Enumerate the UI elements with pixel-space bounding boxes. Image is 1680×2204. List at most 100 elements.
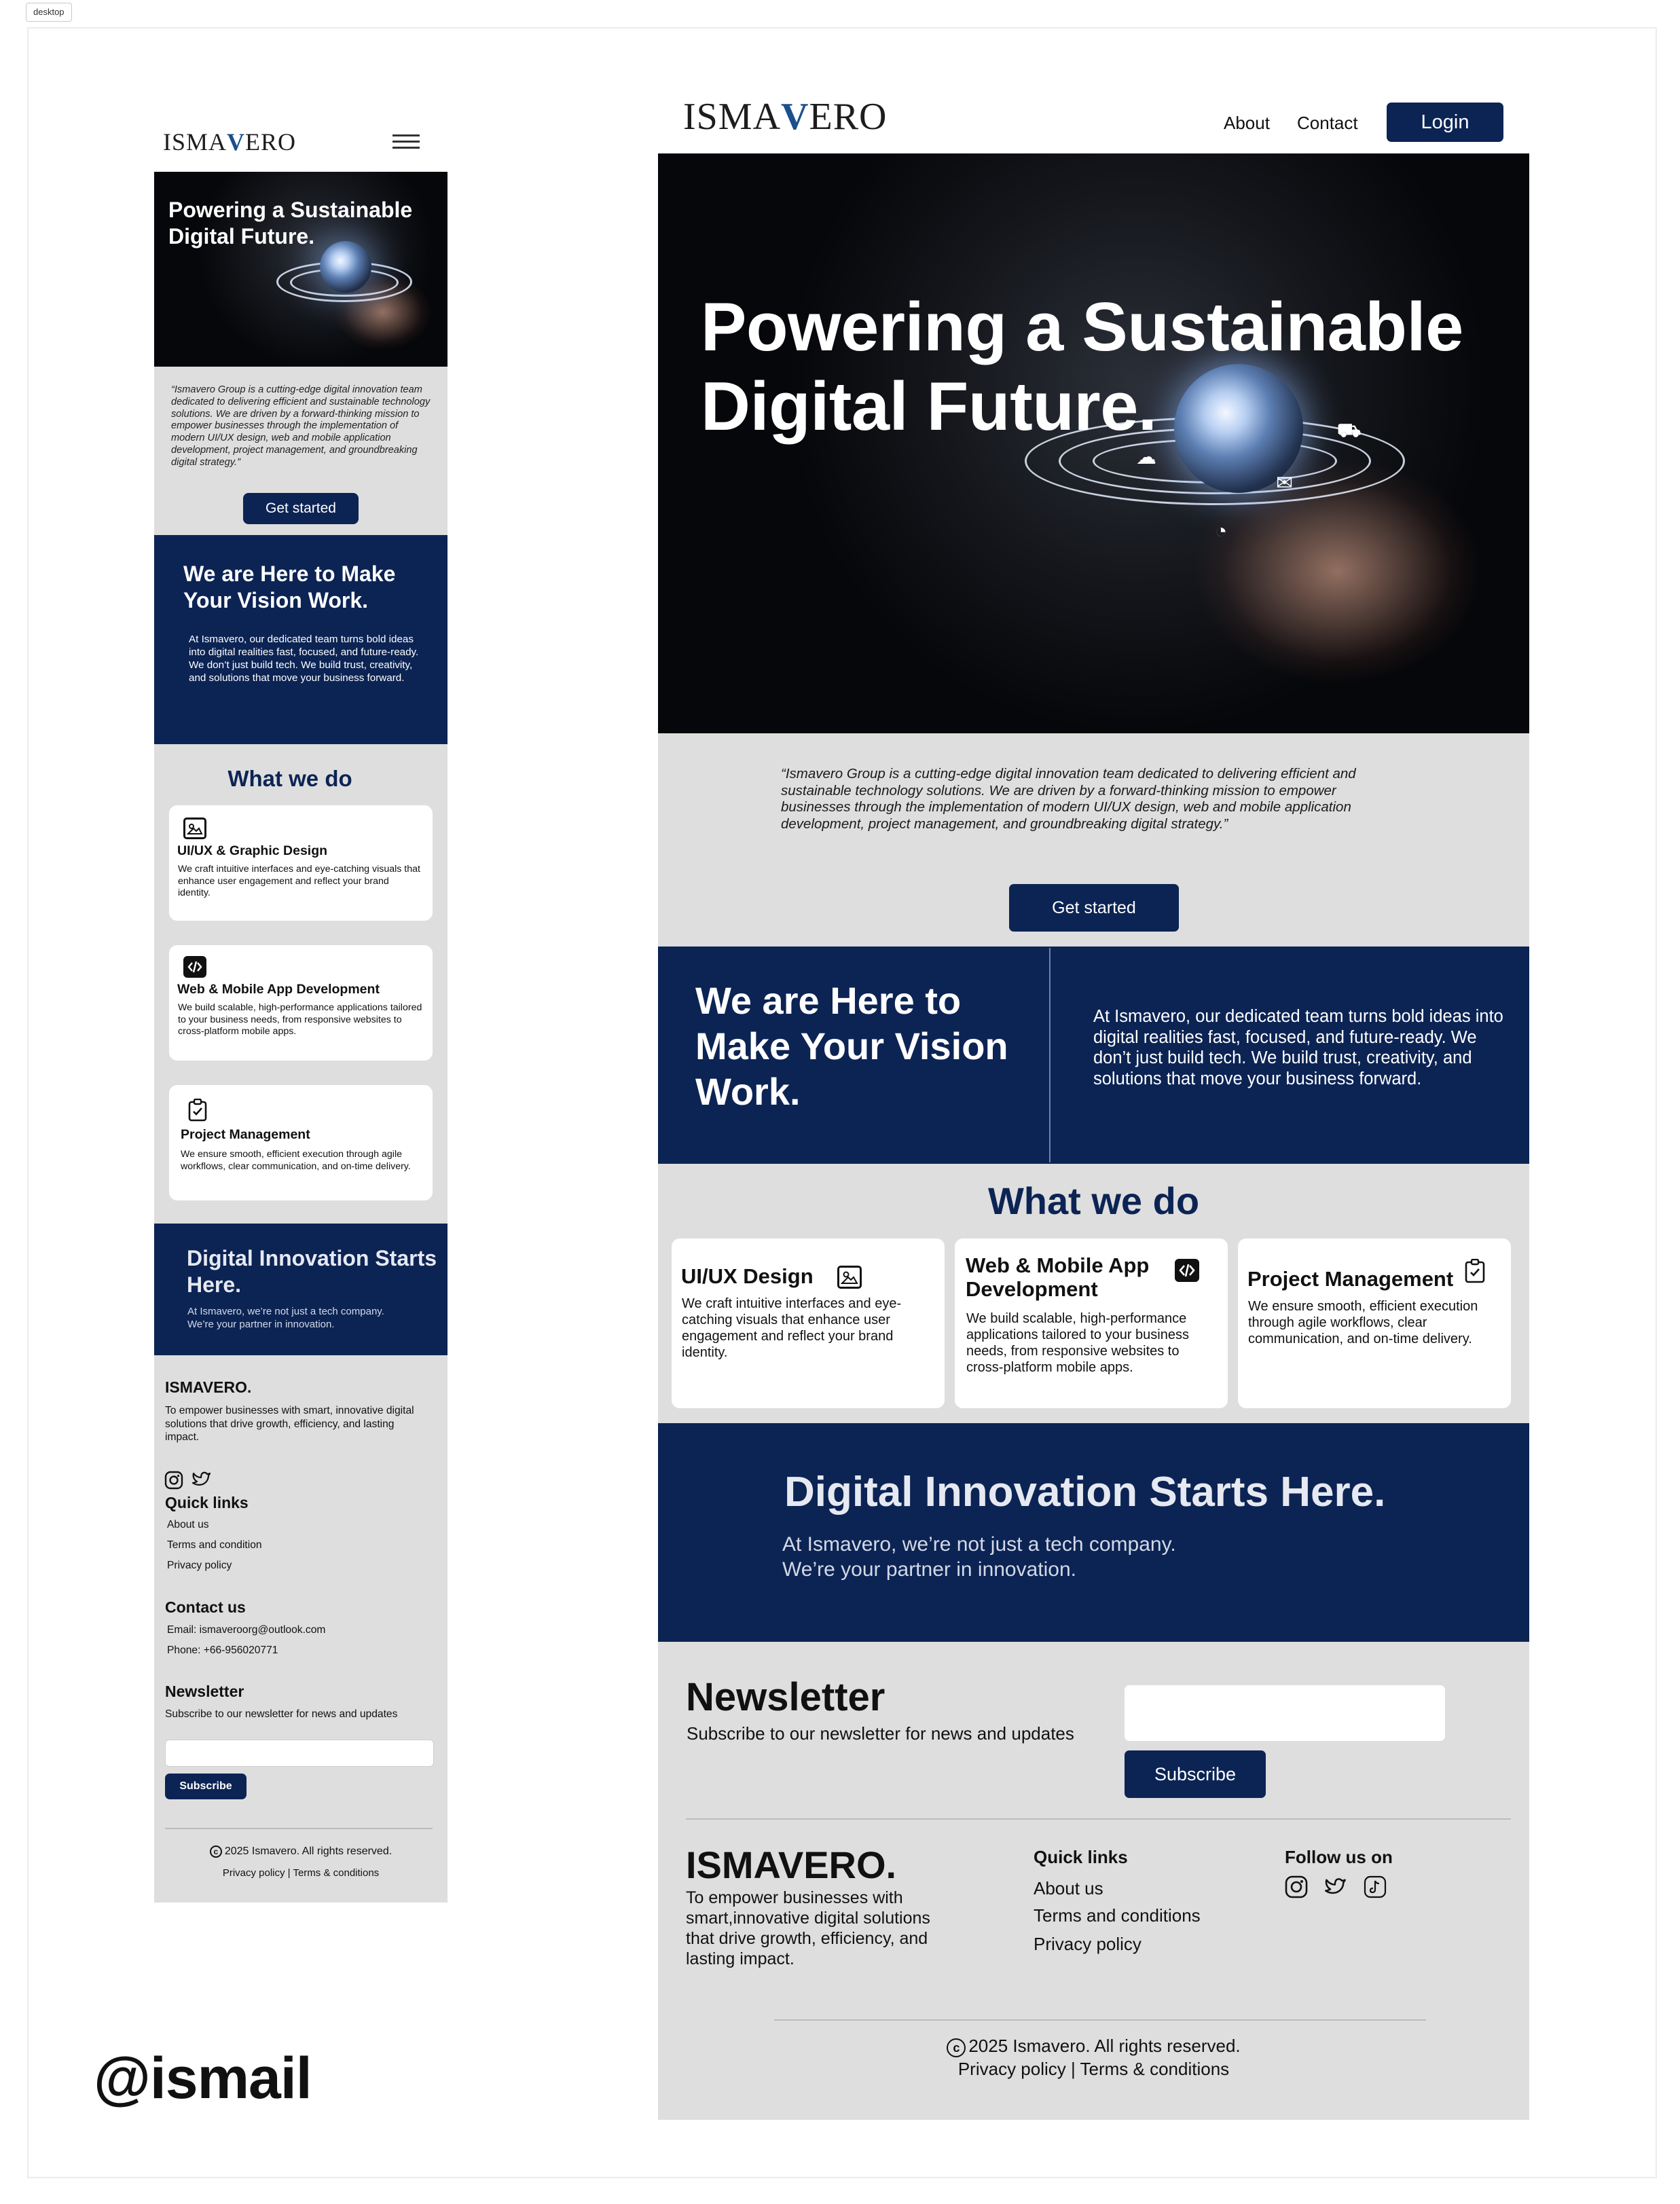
hamburger-icon[interactable] — [392, 134, 420, 149]
twitter-icon[interactable] — [191, 1469, 212, 1490]
desktop-intro-quote: “Ismavero Group is a cutting-edge digita… — [781, 766, 1356, 832]
mobile-legal-links[interactable]: Privacy policy | Terms & conditions — [154, 1867, 448, 1879]
mobile-footer-divider — [165, 1828, 433, 1829]
mobile-footer-brand: ISMAVERO. — [165, 1378, 252, 1396]
code-icon — [1175, 1259, 1199, 1282]
author-handle: @ismail — [94, 2046, 312, 2111]
mobile-service-text: We craft intuitive interfaces and eye-ca… — [178, 864, 420, 899]
desktop-service-text: We build scalable, high-performance appl… — [966, 1311, 1189, 1375]
desktop-service-card-pm[interactable]: Project Management We ensure smooth, eff… — [1238, 1238, 1511, 1408]
nav-about-link[interactable]: About — [1224, 113, 1270, 134]
mobile-intro-quote: “Ismavero Group is a cutting-edge digita… — [171, 384, 431, 468]
envelope-icon: ✉ — [1276, 472, 1294, 494]
mobile-vision-paragraph-1: At Ismavero, our dedicated team turns bo… — [189, 633, 419, 658]
desktop-get-started-button[interactable]: Get started — [1009, 884, 1179, 932]
desktop-footer-bottom-divider — [774, 2019, 1426, 2021]
desktop-innovation-body: At Ismavero, we’re not just a tech compa… — [782, 1532, 1326, 1582]
footer-link-terms[interactable]: Terms and condition — [167, 1539, 262, 1551]
desktop-vision-body: At Ismavero, our dedicated team turns bo… — [1093, 1007, 1503, 1088]
mobile-contact-title: Contact us — [165, 1598, 246, 1616]
logo-text-left: ISMA — [683, 96, 782, 138]
mobile-service-card-design[interactable]: UI/UX & Graphic Design We craft intuitiv… — [169, 805, 433, 921]
mobile-newsletter-subtitle: Subscribe to our newsletter for news and… — [165, 1708, 398, 1720]
desktop-service-title: UI/UX Design — [681, 1264, 814, 1288]
instagram-icon[interactable] — [164, 1471, 183, 1490]
mobile-service-card-dev[interactable]: Web & Mobile App Development We build sc… — [169, 945, 433, 1061]
mobile-service-text: We build scalable, high-performance appl… — [178, 1002, 422, 1037]
mobile-newsletter-email-input[interactable] — [165, 1740, 434, 1767]
desktop-service-title: Web & Mobile App Development — [966, 1253, 1150, 1301]
footer-link-about[interactable]: About us — [167, 1519, 209, 1531]
desktop-innovation-line-2: We’re your partner in innovation. — [782, 1558, 1077, 1581]
desktop-quick-links-title: Quick links — [1034, 1847, 1128, 1867]
desktop-footer-brand: ISMAVERO. — [686, 1843, 897, 1886]
mobile-contact-email[interactable]: Email: ismaveroorg@outlook.com — [167, 1624, 325, 1636]
cloud-icon: ☁ — [1136, 446, 1156, 469]
clipboard-check-icon — [1463, 1258, 1488, 1283]
desktop-footer-divider — [686, 1818, 1511, 1820]
desktop-services-title: What we do — [987, 1179, 1200, 1222]
mobile-get-started-button[interactable]: Get started — [243, 493, 359, 524]
mobile-logo[interactable]: ISMAVERO — [163, 128, 296, 156]
logo-text-left: ISMA — [163, 128, 227, 155]
desktop-logo[interactable]: ISMAVERO — [683, 95, 887, 139]
desktop-hero-title: Powering a Sustainable Digital Future. — [701, 289, 1463, 445]
mobile-service-title: UI/UX & Graphic Design — [177, 843, 328, 858]
logo-text-right: ERO — [245, 128, 297, 155]
footer-link-privacy[interactable]: Privacy policy — [167, 1560, 232, 1572]
copyright-icon: c — [209, 1845, 222, 1858]
desktop-newsletter-email-input[interactable] — [1125, 1685, 1445, 1741]
mobile-innovation-title: Digital Innovation Starts Here. — [187, 1246, 437, 1297]
mobile-contact-phone[interactable]: Phone: +66-956020771 — [167, 1645, 278, 1657]
desktop-newsletter-subtitle: Subscribe to our newsletter for news and… — [687, 1723, 1074, 1744]
footer-link-privacy[interactable]: Privacy policy — [1034, 1934, 1142, 1955]
mobile-vision-title: We are Here to Make Your Vision Work. — [183, 562, 396, 612]
desktop-service-text: We ensure smooth, efficient execution th… — [1248, 1299, 1478, 1346]
desktop-newsletter-title: Newsletter — [686, 1675, 885, 1719]
footer-link-terms[interactable]: Terms and conditions — [1034, 1905, 1201, 1926]
footer-link-about[interactable]: About us — [1034, 1878, 1103, 1899]
instagram-icon[interactable] — [1285, 1875, 1308, 1898]
image-gallery-icon — [837, 1266, 862, 1289]
twitter-icon[interactable] — [1324, 1875, 1347, 1898]
mobile-service-title: Web & Mobile App Development — [177, 982, 380, 997]
tiktok-icon[interactable] — [1364, 1875, 1387, 1898]
desktop-service-title: Project Management — [1247, 1267, 1454, 1291]
mobile-service-title: Project Management — [181, 1127, 310, 1142]
logo-text-right: ERO — [809, 96, 888, 138]
mobile-newsletter-title: Newsletter — [165, 1683, 244, 1700]
vision-divider — [1049, 948, 1051, 1162]
desktop-follow-title: Follow us on — [1285, 1847, 1393, 1867]
desktop-legal-links[interactable]: Privacy policy | Terms & conditions — [658, 2059, 1529, 2080]
mobile-innovation-body: At Ismavero, we’re not just a tech compa… — [187, 1305, 439, 1331]
logo-v-mark: V — [227, 128, 246, 155]
desktop-copyright-text: 2025 Ismavero. All rights reserved. — [968, 2036, 1241, 2056]
mobile-innovation-line-2: We’re your partner in innovation. — [187, 1319, 335, 1330]
desktop-subscribe-button[interactable]: Subscribe — [1125, 1750, 1266, 1798]
login-button[interactable]: Login — [1387, 103, 1503, 142]
pie-chart-icon: ◔ — [1215, 520, 1228, 543]
frame-label: desktop — [26, 3, 72, 22]
desktop-service-card-design[interactable]: UI/UX Design We craft intuitive interfac… — [672, 1238, 945, 1408]
desktop-service-card-dev[interactable]: Web & Mobile App Development We build sc… — [955, 1238, 1228, 1408]
mobile-footer-mission: To empower businesses with smart, innova… — [165, 1405, 414, 1443]
logo-v-mark: V — [781, 96, 809, 138]
mobile-subscribe-button[interactable]: Subscribe — [165, 1774, 246, 1799]
desktop-copyright: c 2025 Ismavero. All rights reserved. — [658, 2036, 1529, 2057]
desktop-footer-mission: To empower businesses with smart,innovat… — [686, 1888, 930, 1968]
copyright-icon: c — [947, 2038, 966, 2057]
mobile-service-text: We ensure smooth, efficient execution th… — [181, 1149, 411, 1172]
mobile-copyright: c 2025 Ismavero. All rights reserved. — [154, 1845, 448, 1858]
nav-contact-link[interactable]: Contact — [1297, 113, 1358, 134]
code-icon — [183, 956, 206, 978]
image-gallery-icon — [183, 818, 206, 839]
mobile-hero-title: Powering a Sustainable Digital Future. — [168, 198, 413, 249]
desktop-innovation-title: Digital Innovation Starts Here. — [784, 1469, 1386, 1516]
mobile-innovation-line-1: At Ismavero, we’re not just a tech compa… — [187, 1306, 384, 1317]
clipboard-check-icon — [187, 1098, 210, 1122]
mobile-vision-paragraph-2: We don’t just build tech. We build trust… — [189, 659, 413, 684]
desktop-innovation-line-1: At Ismavero, we’re not just a tech compa… — [782, 1533, 1176, 1556]
mobile-quick-links-title: Quick links — [165, 1494, 249, 1511]
mobile-services-title: What we do — [227, 766, 352, 791]
mobile-service-card-pm[interactable]: Project Management We ensure smooth, eff… — [169, 1085, 433, 1200]
